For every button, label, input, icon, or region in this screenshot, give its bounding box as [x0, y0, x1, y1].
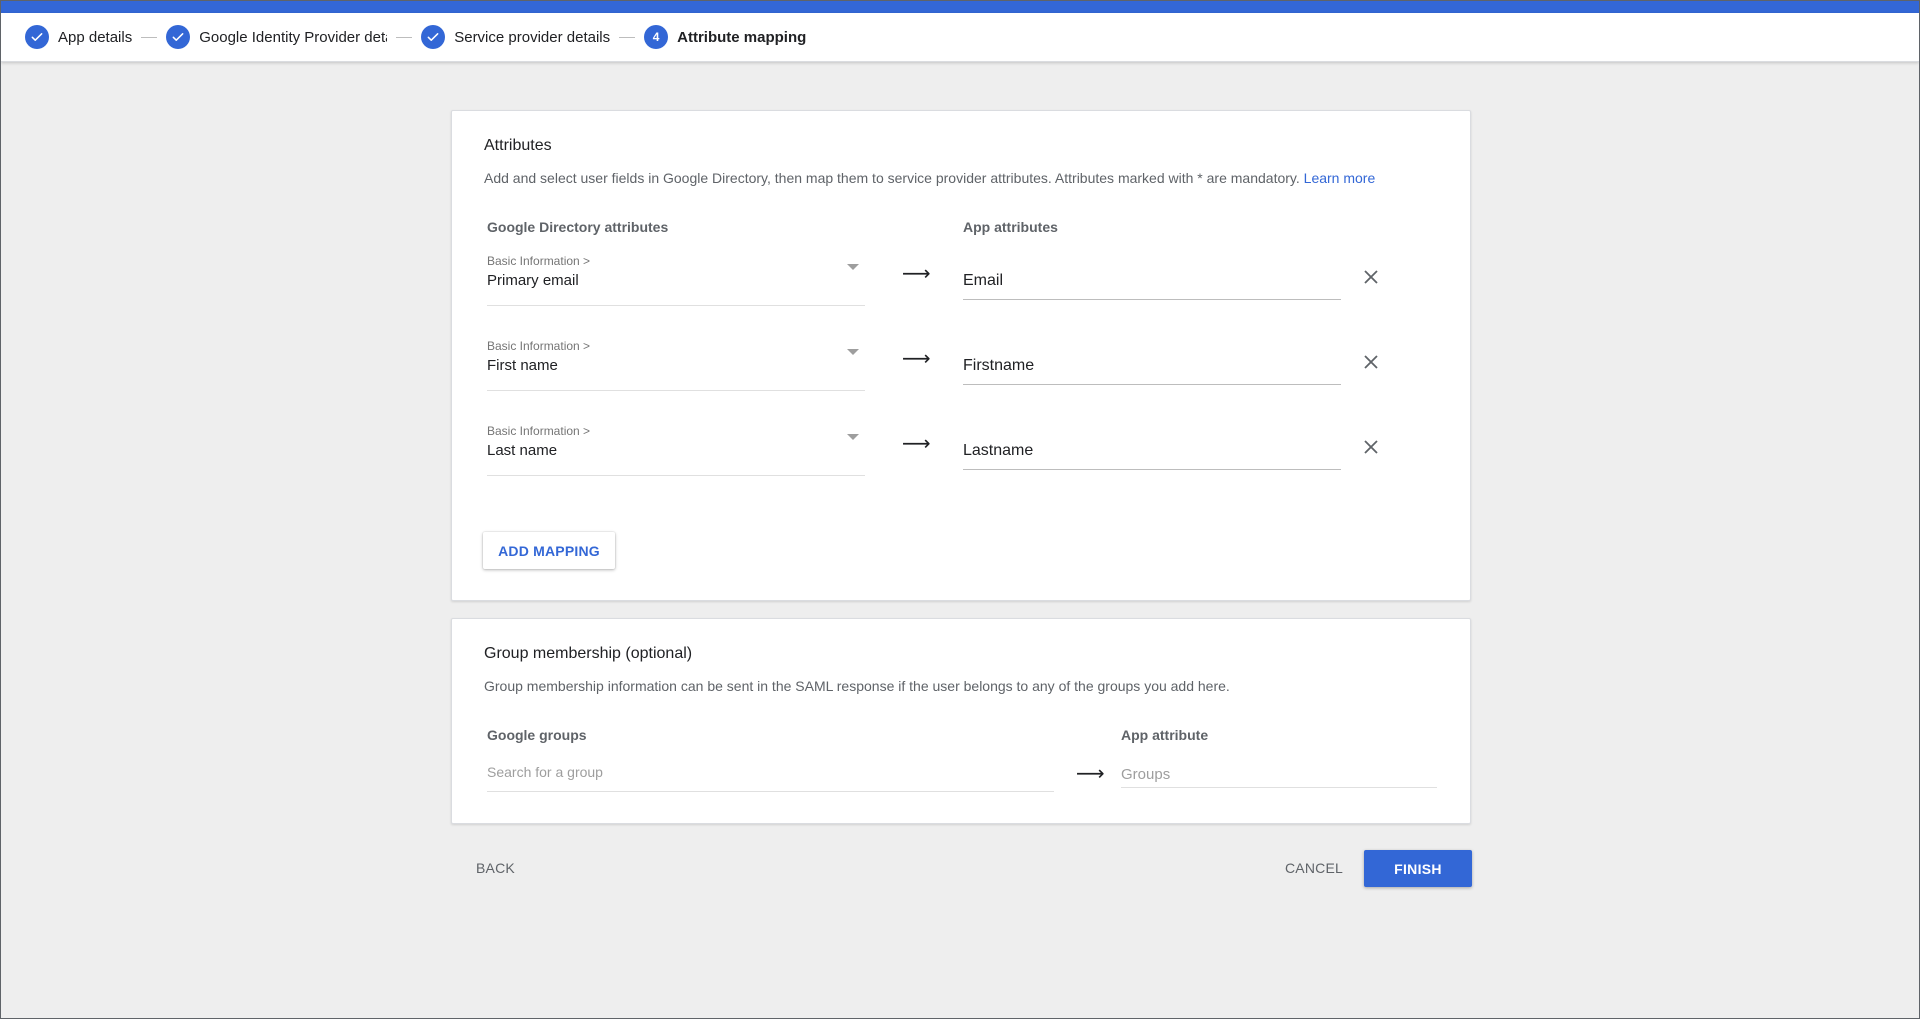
google-groups-header: Google groups — [487, 727, 587, 743]
close-icon[interactable] — [1363, 354, 1379, 370]
back-button[interactable]: BACK — [476, 860, 515, 876]
group-membership-card: Group membership (optional) Group member… — [451, 618, 1471, 824]
input-value: Email — [963, 272, 1004, 289]
select-category: Basic Information > — [487, 339, 591, 353]
check-icon — [421, 25, 446, 49]
app-attribute-input[interactable]: Firstname — [963, 349, 1341, 385]
close-icon[interactable] — [1363, 269, 1379, 285]
step-separator — [619, 36, 636, 38]
select-value: Last name — [487, 442, 558, 459]
check-icon — [25, 25, 49, 49]
top-accent-bar — [1, 1, 1919, 13]
close-icon[interactable] — [1363, 439, 1379, 455]
add-mapping-button[interactable]: ADD MAPPING — [483, 532, 615, 569]
finish-button[interactable]: FINISH — [1364, 850, 1472, 887]
step-label: Attribute mapping — [677, 28, 807, 46]
cancel-button[interactable]: CANCEL — [1285, 860, 1343, 876]
app-attribute-header: App attribute — [1121, 727, 1209, 743]
step-idp-details[interactable]: Google Identity Provider details — [166, 25, 387, 49]
arrow-right-icon: ⟶ — [1076, 763, 1105, 785]
dropdown-caret-icon — [847, 349, 859, 355]
select-value: Primary email — [487, 272, 579, 289]
directory-attribute-select[interactable]: Basic Information > Last name — [487, 418, 865, 476]
group-membership-title: Group membership (optional) — [484, 645, 693, 662]
arrow-right-icon: ⟶ — [902, 263, 931, 285]
check-icon — [166, 25, 191, 49]
dropdown-caret-icon — [847, 264, 859, 270]
app-attribute-input[interactable]: Email — [963, 264, 1341, 300]
group-search-input[interactable]: Search for a group — [487, 754, 1054, 792]
step-label: App details — [58, 28, 133, 46]
app-attributes-header: App attributes — [963, 219, 1058, 235]
directory-attribute-select[interactable]: Basic Information > First name — [487, 333, 865, 391]
group-membership-description: Group membership information can be sent… — [484, 678, 1230, 694]
mapping-row: Basic Information > First name ⟶ Firstna… — [452, 333, 1470, 393]
mapping-row: Basic Information > Primary email ⟶ Emai… — [452, 248, 1470, 308]
arrow-right-icon: ⟶ — [902, 433, 931, 455]
step-label: Service provider details — [454, 28, 611, 46]
step-attribute-mapping[interactable]: 4 Attribute mapping — [644, 25, 806, 49]
directory-attribute-select[interactable]: Basic Information > Primary email — [487, 248, 865, 306]
mapping-row: Basic Information > Last name ⟶ Lastname — [452, 418, 1470, 478]
input-placeholder: Search for a group — [487, 764, 603, 780]
step-app-details[interactable]: App details — [25, 25, 132, 49]
select-value: First name — [487, 357, 558, 374]
step-label: Google Identity Provider details — [199, 28, 388, 46]
dropdown-caret-icon — [847, 434, 859, 440]
attributes-title: Attributes — [484, 137, 552, 154]
input-value: Firstname — [963, 357, 1035, 374]
directory-attributes-header: Google Directory attributes — [487, 219, 669, 235]
select-category: Basic Information > — [487, 254, 591, 268]
input-value: Lastname — [963, 442, 1034, 459]
attributes-description: Add and select user fields in Google Dir… — [484, 170, 1376, 186]
step-separator — [396, 36, 413, 38]
step-number-badge: 4 — [644, 25, 669, 49]
step-separator — [141, 36, 158, 38]
select-category: Basic Information > — [487, 424, 591, 438]
input-placeholder: Groups — [1121, 766, 1171, 783]
step-sp-details[interactable]: Service provider details — [421, 25, 610, 49]
attributes-card: Attributes Add and select user fields in… — [451, 110, 1471, 601]
app-attribute-input[interactable]: Lastname — [963, 434, 1341, 470]
learn-more-link[interactable]: Learn more — [1304, 170, 1376, 186]
setup-stepper: App details Google Identity Provider det… — [1, 13, 1919, 62]
arrow-right-icon: ⟶ — [902, 348, 931, 370]
group-app-attribute-input[interactable]: Groups — [1121, 750, 1437, 788]
app-window: App details Google Identity Provider det… — [0, 0, 1920, 1019]
